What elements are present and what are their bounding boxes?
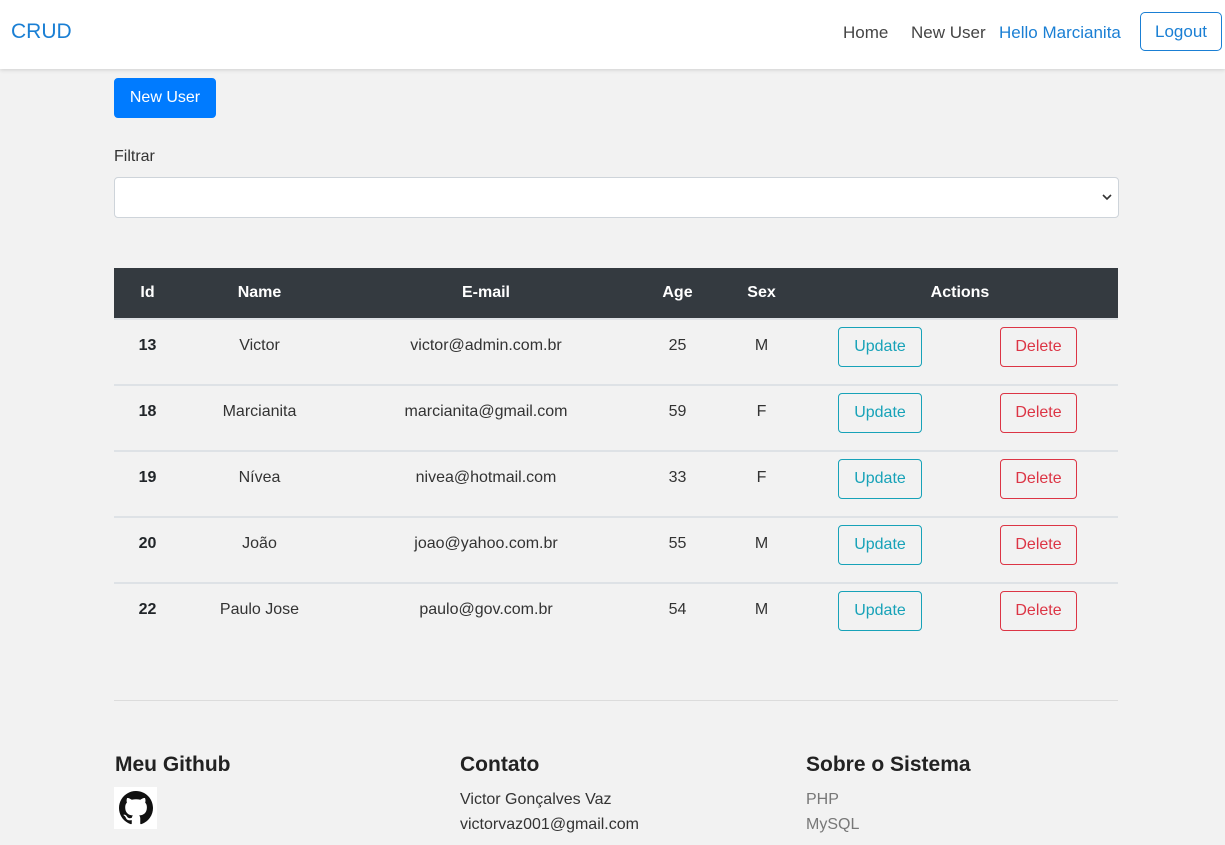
- delete-button[interactable]: Delete: [1000, 591, 1077, 631]
- cell-id: 19: [114, 450, 181, 517]
- cell-actions: Update Delete: [802, 582, 1118, 649]
- cell-actions: Update Delete: [802, 384, 1118, 451]
- cell-name: Paulo Jose: [181, 582, 338, 649]
- footer-github-title: Meu Github: [115, 753, 231, 776]
- delete-button[interactable]: Delete: [1000, 327, 1077, 367]
- cell-id: 22: [114, 582, 181, 649]
- chevron-down-icon: [1102, 194, 1112, 201]
- cell-actions: Update Delete: [802, 450, 1118, 517]
- nav-new-user-link[interactable]: New User: [911, 23, 986, 43]
- delete-button[interactable]: Delete: [1000, 459, 1077, 499]
- cell-sex: M: [721, 582, 802, 649]
- cell-email: marcianita@gmail.com: [338, 384, 634, 451]
- cell-actions: Update Delete: [802, 516, 1118, 583]
- update-button[interactable]: Update: [838, 327, 922, 367]
- footer-about-title: Sobre o Sistema: [806, 753, 971, 776]
- nav-hello-user[interactable]: Hello Marcianita: [999, 23, 1121, 43]
- footer-about-item: PHP: [806, 791, 839, 808]
- cell-sex: F: [721, 384, 802, 451]
- table-row: 13 Victor victor@admin.com.br 25 M Updat…: [114, 318, 1118, 385]
- brand-link[interactable]: CRUD: [11, 20, 72, 44]
- header-actions: Actions: [802, 268, 1118, 319]
- github-icon: [118, 791, 153, 825]
- table-row: 18 Marcianita marcianita@gmail.com 59 F …: [114, 384, 1118, 451]
- header-email: E-mail: [338, 268, 634, 319]
- cell-name: Marcianita: [181, 384, 338, 451]
- cell-sex: F: [721, 450, 802, 517]
- table-row: 20 João joao@yahoo.com.br 55 M Update De…: [114, 516, 1118, 583]
- update-button[interactable]: Update: [838, 591, 922, 631]
- table-row: 22 Paulo Jose paulo@gov.com.br 54 M Upda…: [114, 582, 1118, 649]
- logout-button[interactable]: Logout: [1140, 12, 1222, 51]
- cell-age: 54: [634, 582, 721, 649]
- filter-select[interactable]: [114, 177, 1119, 218]
- update-button[interactable]: Update: [838, 393, 922, 433]
- delete-button[interactable]: Delete: [1000, 393, 1077, 433]
- footer-contact-name: Victor Gonçalves Vaz: [460, 791, 612, 808]
- cell-sex: M: [721, 318, 802, 385]
- cell-age: 33: [634, 450, 721, 517]
- update-button[interactable]: Update: [838, 459, 922, 499]
- cell-id: 13: [114, 318, 181, 385]
- header-name: Name: [181, 268, 338, 319]
- cell-email: joao@yahoo.com.br: [338, 516, 634, 583]
- header-id: Id: [114, 268, 181, 319]
- footer-divider: [114, 700, 1118, 701]
- cell-id: 20: [114, 516, 181, 583]
- github-icon[interactable]: [114, 787, 157, 829]
- cell-name: Nívea: [181, 450, 338, 517]
- cell-actions: Update Delete: [802, 318, 1118, 385]
- cell-name: João: [181, 516, 338, 583]
- footer-contact-title: Contato: [460, 753, 540, 776]
- footer-about-item: MySQL: [806, 816, 860, 833]
- update-button[interactable]: Update: [838, 525, 922, 565]
- nav-home-link[interactable]: Home: [843, 23, 888, 43]
- filter-label: Filtrar: [114, 148, 155, 165]
- cell-id: 18: [114, 384, 181, 451]
- table-header: Id Name E-mail Age Sex Actions: [114, 268, 1118, 319]
- header-sex: Sex: [721, 268, 802, 319]
- table-row: 19 Nívea nivea@hotmail.com 33 F Update D…: [114, 450, 1118, 517]
- new-user-button[interactable]: New User: [114, 78, 216, 118]
- cell-email: paulo@gov.com.br: [338, 582, 634, 649]
- cell-name: Victor: [181, 318, 338, 385]
- navbar: CRUD Home New User Hello Marcianita Logo…: [0, 0, 1225, 69]
- cell-email: victor@admin.com.br: [338, 318, 634, 385]
- footer-contact-email: victorvaz001@gmail.com: [460, 816, 639, 833]
- users-table: Id Name E-mail Age Sex Actions 13 Victor…: [114, 268, 1118, 649]
- cell-age: 25: [634, 318, 721, 385]
- cell-email: nivea@hotmail.com: [338, 450, 634, 517]
- cell-age: 59: [634, 384, 721, 451]
- cell-sex: M: [721, 516, 802, 583]
- delete-button[interactable]: Delete: [1000, 525, 1077, 565]
- header-age: Age: [634, 268, 721, 319]
- cell-age: 55: [634, 516, 721, 583]
